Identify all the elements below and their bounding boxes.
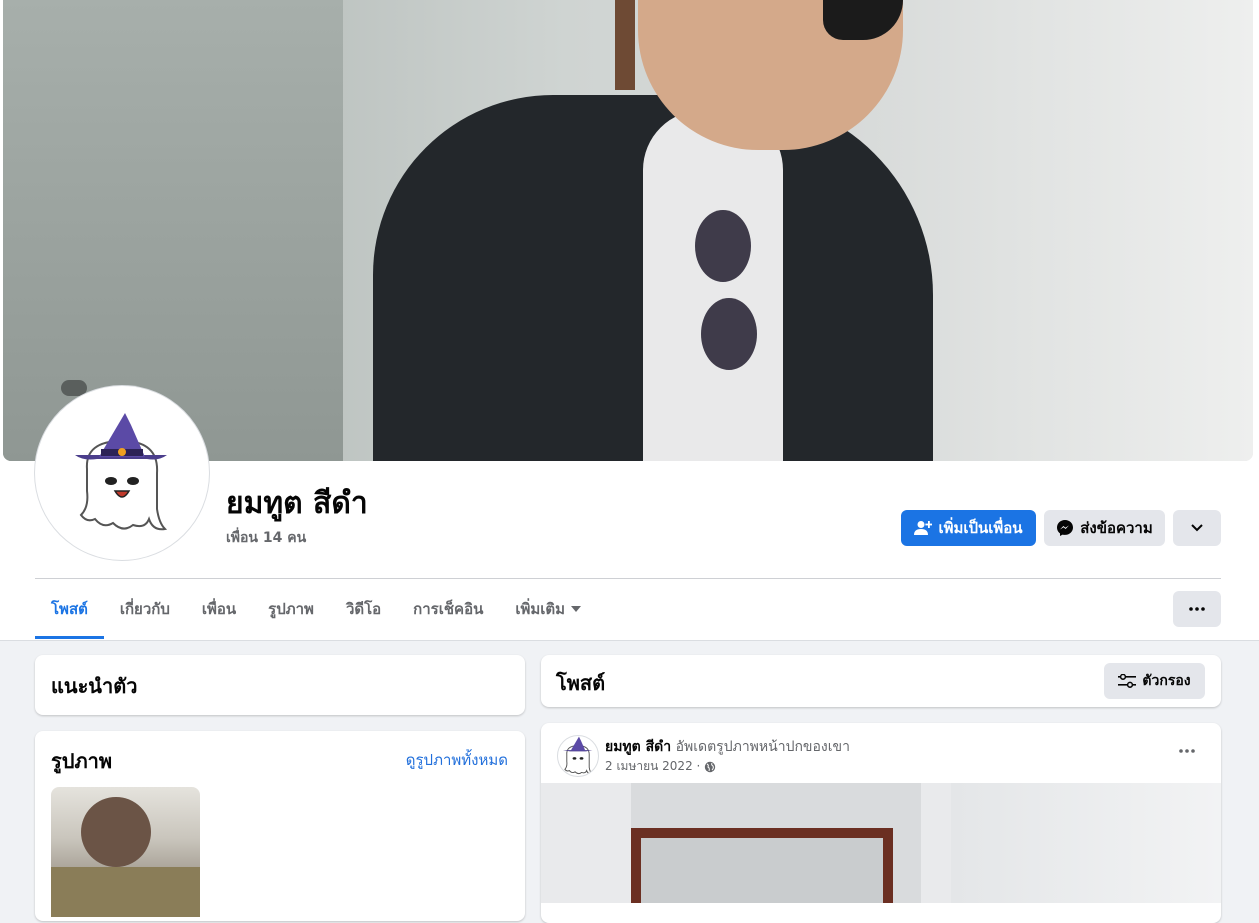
tab-label: เกี่ยวกับ — [119, 600, 170, 618]
post-action-text: อัพเดตรูปภาพหน้าปกของเขา — [675, 739, 850, 755]
tab-about[interactable]: เกี่ยวกับ — [104, 579, 186, 639]
friends-count[interactable]: เพื่อน 14 คน — [226, 527, 306, 549]
cover-frame — [615, 0, 635, 90]
tab-label: เพิ่มเติม — [515, 600, 566, 618]
filter-icon — [1118, 674, 1137, 688]
photos-card: รูปภาพ ดูรูปภาพทั้งหมด — [35, 731, 525, 921]
post-options-button[interactable] — [1171, 735, 1203, 767]
post-image[interactable] — [541, 783, 1221, 903]
tab-label: การเช็คอิน — [413, 600, 484, 618]
tab-label: โพสต์ — [51, 600, 88, 618]
globe-icon — [705, 761, 716, 772]
post-meta: 2 เมษายน 2022 · — [605, 757, 716, 776]
cover-photo[interactable] — [3, 0, 1253, 461]
more-tabs-button[interactable] — [1173, 591, 1221, 627]
tab-label: วิดีโอ — [345, 600, 382, 618]
add-friend-icon — [914, 521, 933, 535]
more-profile-options-button[interactable] — [1173, 510, 1221, 546]
cover-sunglasses — [701, 298, 757, 370]
ghost-avatar-icon — [75, 412, 168, 530]
filter-button[interactable]: ตัวกรอง — [1104, 663, 1205, 699]
tab-friends[interactable]: เพื่อน — [186, 579, 252, 639]
cover-person-shirt — [643, 110, 783, 461]
cover-sunglasses — [695, 210, 751, 282]
tab-label: รูปภาพ — [268, 600, 314, 618]
ghost-avatar-icon — [562, 736, 593, 775]
messenger-icon — [1057, 520, 1074, 536]
see-all-photos-link[interactable]: ดูรูปภาพทั้งหมด — [406, 748, 508, 772]
filter-label: ตัวกรอง — [1142, 673, 1191, 689]
more-icon — [1189, 607, 1205, 611]
intro-title: แนะนำตัว — [51, 674, 138, 698]
post-card: ยมทูต สีดำ อัพเดตรูปภาพหน้าปกของเขา 2 เม… — [541, 723, 1221, 923]
photos-title[interactable]: รูปภาพ — [51, 745, 112, 777]
post-author-name[interactable]: ยมทูต สีดำ — [605, 739, 671, 755]
cover-door — [3, 0, 343, 461]
post-header-line: ยมทูต สีดำ อัพเดตรูปภาพหน้าปกของเขา — [605, 736, 850, 758]
message-button[interactable]: ส่งข้อความ — [1044, 510, 1165, 546]
profile-tabs: โพสต์ เกี่ยวกับ เพื่อน รูปภาพ วิดีโอ การ… — [35, 579, 597, 639]
photo-person-body — [51, 867, 200, 917]
message-label: ส่งข้อความ — [1080, 519, 1153, 537]
tab-videos[interactable]: วิดีโอ — [330, 579, 397, 639]
photo-thumbnail[interactable] — [51, 787, 200, 917]
post-image-frame — [631, 828, 893, 903]
photo-person-head — [81, 797, 151, 867]
caret-down-icon — [571, 606, 582, 612]
tab-label: เพื่อน — [201, 600, 237, 618]
tab-checkins[interactable]: การเช็คอิน — [397, 579, 499, 639]
post-image-wall — [951, 783, 1221, 903]
more-icon — [1179, 749, 1195, 753]
tab-more[interactable]: เพิ่มเติม — [499, 579, 597, 639]
posts-header-card: โพสต์ ตัวกรอง — [541, 655, 1221, 707]
post-author-avatar[interactable] — [557, 735, 599, 777]
cover-door-knob — [61, 380, 87, 396]
chevron-down-icon — [1191, 524, 1203, 532]
post-date[interactable]: 2 เมษายน 2022 · — [605, 757, 700, 776]
tab-photos[interactable]: รูปภาพ — [252, 579, 330, 639]
profile-name: ยมทูต สีดำ — [226, 486, 368, 521]
avatar-image — [39, 390, 205, 556]
posts-title: โพสต์ — [556, 671, 606, 695]
profile-avatar[interactable] — [35, 386, 209, 560]
intro-card: แนะนำตัว — [35, 655, 525, 715]
add-friend-button[interactable]: เพิ่มเป็นเพื่อน — [901, 510, 1036, 546]
tab-posts[interactable]: โพสต์ — [35, 579, 104, 639]
add-friend-label: เพิ่มเป็นเพื่อน — [938, 519, 1023, 537]
